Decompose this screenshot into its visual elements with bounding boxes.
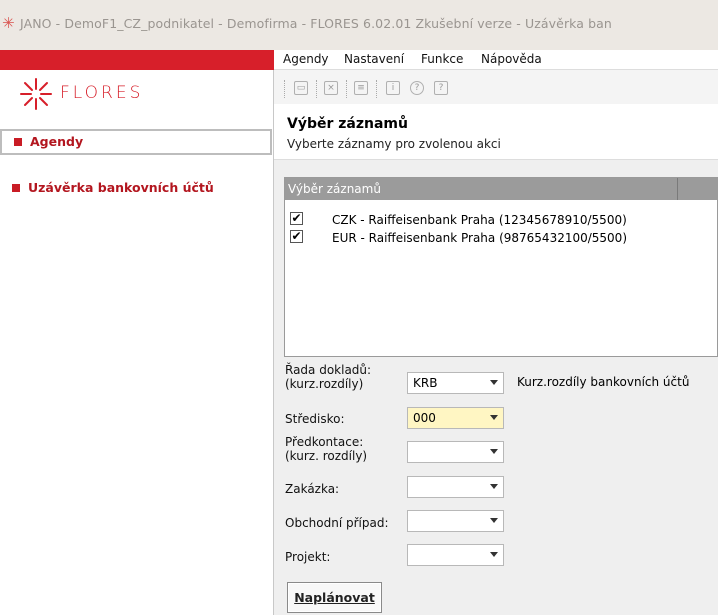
sidebar-item-label: Agendy <box>30 134 84 149</box>
grid-header: Výběr záznamů <box>285 178 718 200</box>
grid-column-header[interactable]: Výběr záznamů <box>288 182 381 196</box>
zakazka-label: Zakázka: <box>285 482 340 496</box>
menu-bar: Agendy Nastavení Funkce Nápověda <box>274 50 718 70</box>
obchodni-pripad-label: Obchodní případ: <box>285 516 389 530</box>
rada-dokladu-label-line1: Řada dokladů: <box>285 363 372 377</box>
predkontace-label-line1: Předkontace: <box>285 435 364 449</box>
open-folder-icon[interactable]: ▭ <box>294 81 308 95</box>
sidebar-item-label: Uzávěrka bankovních účtů <box>28 180 214 195</box>
chevron-down-icon[interactable] <box>490 415 498 420</box>
page-header: Výběr záznamů Vyberte záznamy pro zvolen… <box>274 104 718 160</box>
table-row[interactable]: ✔ CZK - Raiffeisenbank Praha (1234567891… <box>285 211 718 231</box>
predkontace-label-line2: (kurz. rozdíly) <box>285 449 368 463</box>
flores-logo-icon <box>20 78 52 110</box>
row-checkbox[interactable]: ✔ <box>290 230 303 243</box>
menu-nastaveni[interactable]: Nastavení <box>344 52 404 66</box>
window-title: JANO - DemoF1_CZ_podnikatel - Demofirma … <box>20 16 612 31</box>
toolbar-separator <box>316 80 317 98</box>
records-grid: Výběr záznamů ✔ CZK - Raiffeisenbank Pra… <box>284 177 718 357</box>
chevron-down-icon[interactable] <box>490 552 498 557</box>
info-icon[interactable]: i <box>386 81 400 95</box>
stredisko-value: 000 <box>413 411 436 425</box>
row-text: EUR - Raiffeisenbank Praha (98765432100/… <box>332 231 628 245</box>
row-checkbox[interactable]: ✔ <box>290 212 303 225</box>
toolbar: ▭ × ≡ i ? ? <box>274 70 718 104</box>
predkontace-select[interactable] <box>407 441 504 463</box>
rada-dokladu-label-line2: (kurz.rozdíly) <box>285 377 364 391</box>
naplanovat-button[interactable]: Naplánovat <box>287 582 382 613</box>
bullet-icon <box>12 184 20 192</box>
chevron-down-icon[interactable] <box>490 518 498 523</box>
rada-dokladu-select[interactable]: KRB <box>407 372 504 394</box>
flores-logo-text: FLORES <box>60 83 144 103</box>
toolbar-separator <box>284 80 285 98</box>
help-icon[interactable]: ? <box>410 81 424 95</box>
rada-dokladu-label: Řada dokladů: (kurz.rozdíly) <box>285 363 371 391</box>
delete-icon[interactable]: × <box>324 81 338 95</box>
chevron-down-icon[interactable] <box>490 380 498 385</box>
sidebar-item-uzaverka[interactable]: Uzávěrka bankovních účtů <box>0 175 272 201</box>
rada-dokladu-value: KRB <box>413 376 438 390</box>
page-subtitle: Vyberte záznamy pro zvolenou akci <box>287 137 501 151</box>
bullet-icon <box>14 138 22 146</box>
menu-napoveda[interactable]: Nápověda <box>481 52 542 66</box>
toolbar-separator <box>376 80 377 98</box>
stredisko-select[interactable]: 000 <box>407 407 504 429</box>
main-panel: Agendy Nastavení Funkce Nápověda ▭ × ≡ i… <box>274 50 718 615</box>
page-title: Výběr záznamů <box>287 116 408 132</box>
projekt-select[interactable] <box>407 544 504 566</box>
zakazka-select[interactable] <box>407 476 504 498</box>
help-book-icon[interactable]: ? <box>434 81 448 95</box>
flores-app-icon: ✳ <box>2 14 15 32</box>
table-row[interactable]: ✔ EUR - Raiffeisenbank Praha (9876543210… <box>285 229 718 249</box>
sidebar-top-bar <box>0 50 274 70</box>
sidebar-item-agendy[interactable]: Agendy <box>0 129 272 155</box>
predkontace-label: Předkontace: (kurz. rozdíly) <box>285 435 367 463</box>
toolbar-separator <box>346 80 347 98</box>
row-text: CZK - Raiffeisenbank Praha (12345678910/… <box>332 213 627 227</box>
chevron-down-icon[interactable] <box>490 484 498 489</box>
chevron-down-icon[interactable] <box>490 449 498 454</box>
list-icon[interactable]: ≡ <box>354 81 368 95</box>
projekt-label: Projekt: <box>285 550 331 564</box>
window-titlebar: ✳ JANO - DemoF1_CZ_podnikatel - Demofirm… <box>0 0 718 50</box>
rada-dokladu-description: Kurz.rozdíly bankovních účtů <box>517 375 690 389</box>
stredisko-label: Středisko: <box>285 412 345 426</box>
menu-agendy[interactable]: Agendy <box>283 52 329 66</box>
sidebar: FLORES Agendy Uzávěrka bankovních účtů <box>0 50 274 615</box>
obchodni-pripad-select[interactable] <box>407 510 504 532</box>
menu-funkce[interactable]: Funkce <box>421 52 463 66</box>
grid-header-divider <box>677 178 678 200</box>
